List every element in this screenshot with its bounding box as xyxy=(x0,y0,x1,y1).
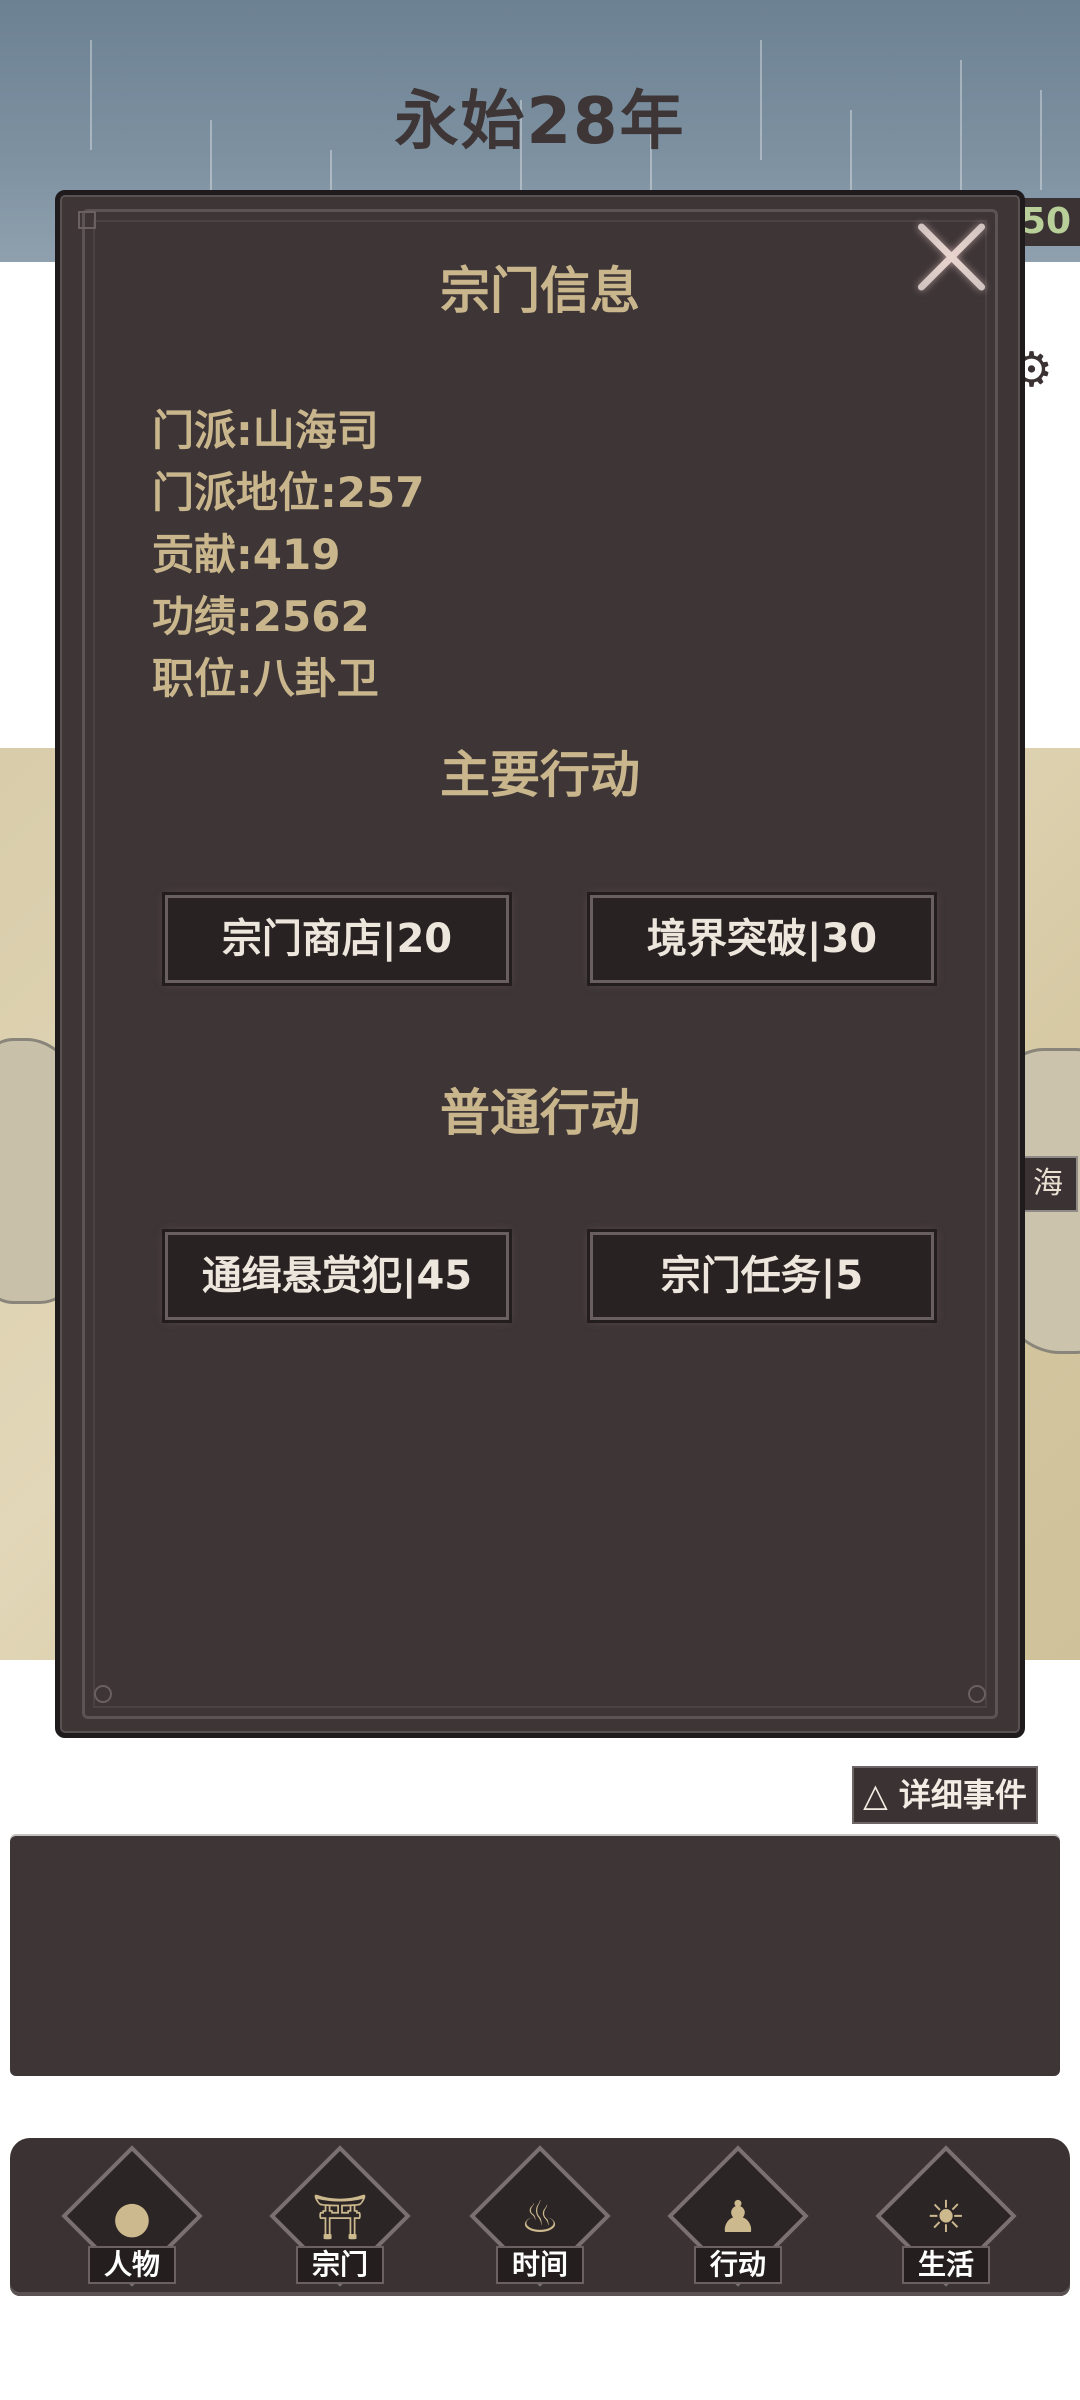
event-log-panel xyxy=(10,1836,1060,2076)
breakthrough-button[interactable]: 境界突破|30 xyxy=(590,895,934,983)
contribution: 贡献:419 xyxy=(152,530,341,579)
corner-ornament xyxy=(968,1685,986,1703)
nav-label: 宗门 xyxy=(296,2246,384,2284)
sect-shop-button[interactable]: 宗门商店|20 xyxy=(165,895,509,983)
nav-item-sect[interactable]: ⛩ 宗门 xyxy=(258,2145,411,2288)
nav-item-character[interactable]: ● 人物 xyxy=(50,2145,203,2288)
corner-ornament xyxy=(78,211,96,229)
gate-icon: ⛩ xyxy=(312,2192,368,2243)
sect-info-dialog: 宗门信息 门派:山海司 门派地位:257 贡献:419 功绩:2562 职位:八… xyxy=(55,190,1025,1738)
bounty-button[interactable]: 通缉悬赏犯|45 xyxy=(165,1232,509,1320)
nav-label: 时间 xyxy=(496,2246,584,2284)
map-region-label[interactable]: 海 xyxy=(1018,1156,1078,1212)
main-actions-title: 主要行动 xyxy=(440,746,640,804)
nav-label: 人物 xyxy=(88,2246,176,2284)
nav-item-life[interactable]: ☀ 生活 xyxy=(864,2145,1017,2288)
nav-item-time[interactable]: ♨ 时间 xyxy=(458,2145,611,2288)
nav-label: 生活 xyxy=(902,2246,990,2284)
sect-mission-button[interactable]: 宗门任务|5 xyxy=(590,1232,934,1320)
incense-icon: ♨ xyxy=(520,2192,560,2243)
landscape-icon: ☀ xyxy=(926,2192,966,2243)
nav-label: 行动 xyxy=(694,2246,782,2284)
person-icon: ● xyxy=(112,2192,152,2243)
corner-ornament xyxy=(94,1685,112,1703)
position: 职位:八卦卫 xyxy=(152,654,379,703)
sect-name: 门派:山海司 xyxy=(152,406,379,455)
sect-status: 门派地位:257 xyxy=(152,468,425,517)
dialog-title: 宗门信息 xyxy=(440,262,640,320)
merit: 功绩:2562 xyxy=(152,592,370,641)
nav-item-action[interactable]: ♟ 行动 xyxy=(656,2145,809,2288)
year-title: 永始28年 xyxy=(394,85,686,159)
action-icon: ♟ xyxy=(718,2192,758,2243)
normal-actions-title: 普通行动 xyxy=(440,1084,640,1142)
detail-events-button[interactable]: △ 详细事件 xyxy=(852,1766,1038,1824)
